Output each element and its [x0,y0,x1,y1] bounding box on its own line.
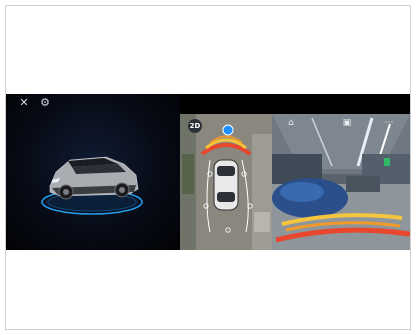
close-icon[interactable]: ✕ [18,97,30,109]
rear-camera-view[interactable]: ⌂ ▣ ⋯ [272,114,410,250]
topdown-scene [180,114,272,250]
location-marker [222,124,234,136]
view-mode-toggle[interactable]: 2D [188,119,202,133]
camera-view-strip: ✕ ⚙ 2D ⌂ ▣ ⋯ [6,94,410,250]
home-icon[interactable]: ⌂ [286,118,296,128]
vehicle-3d-view[interactable]: ✕ ⚙ [6,94,180,250]
dots-icon[interactable]: ⋯ [384,118,394,128]
vehicle-model [41,156,143,215]
rear-camera-scene [272,114,410,250]
gear-icon[interactable]: ⚙ [39,97,51,109]
camera-icon[interactable]: ▣ [342,118,352,128]
topdown-surround-view[interactable]: 2D [180,114,272,250]
camera-header [180,94,410,114]
